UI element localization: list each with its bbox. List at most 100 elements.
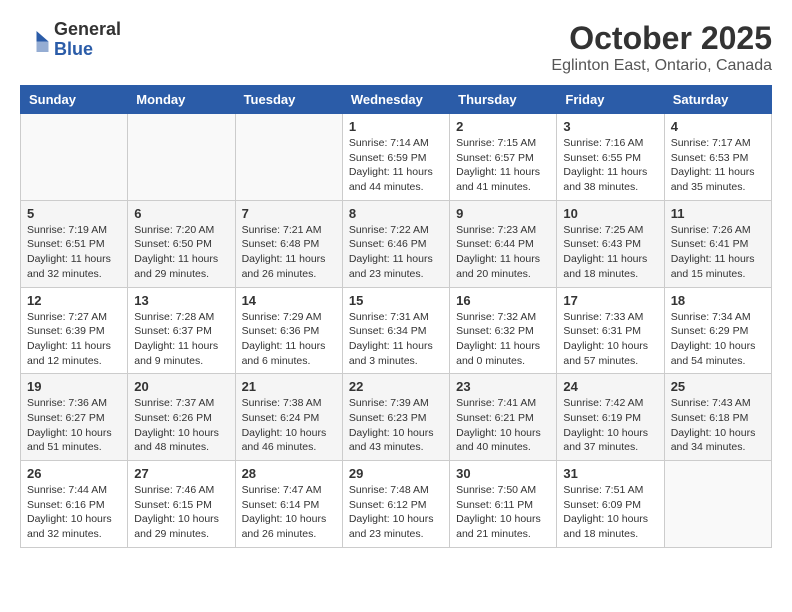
day-number: 27 <box>134 466 228 481</box>
day-number: 16 <box>456 293 550 308</box>
day-cell-13: 13 Sunrise: 7:28 AM Sunset: 6:37 PM Dayli… <box>128 287 235 374</box>
weekday-header-row: SundayMondayTuesdayWednesdayThursdayFrid… <box>21 86 772 114</box>
day-info: Sunrise: 7:20 AM Sunset: 6:50 PM Dayligh… <box>134 223 228 282</box>
day-number: 19 <box>27 379 121 394</box>
day-number: 14 <box>242 293 336 308</box>
day-info: Sunrise: 7:41 AM Sunset: 6:21 PM Dayligh… <box>456 396 550 455</box>
day-cell-1: 1 Sunrise: 7:14 AM Sunset: 6:59 PM Daylig… <box>342 114 449 201</box>
day-cell-8: 8Sunrise: 7:22 AM Sunset: 6:46 PM Daylig… <box>342 200 449 287</box>
day-info: Sunrise: 7:21 AM Sunset: 6:48 PM Dayligh… <box>242 223 336 282</box>
day-cell-10: 10 Sunrise: 7:25 AM Sunset: 6:43 PM Dayli… <box>557 200 664 287</box>
day-cell-21: 21 Sunrise: 7:38 AM Sunset: 6:24 PM Dayli… <box>235 374 342 461</box>
empty-cell <box>21 114 128 201</box>
day-cell-31: 31 Sunrise: 7:51 AM Sunset: 6:09 PM Dayli… <box>557 461 664 548</box>
empty-cell <box>664 461 771 548</box>
day-number: 29 <box>349 466 443 481</box>
calendar-table: SundayMondayTuesdayWednesdayThursdayFrid… <box>20 85 772 548</box>
day-cell-7: 7 Sunrise: 7:21 AM Sunset: 6:48 PM Daylig… <box>235 200 342 287</box>
day-info: Sunrise: 7:36 AM Sunset: 6:27 PM Dayligh… <box>27 396 121 455</box>
calendar-body: 1 Sunrise: 7:14 AM Sunset: 6:59 PM Daylig… <box>21 114 772 548</box>
day-number: 17 <box>563 293 657 308</box>
weekday-friday: Friday <box>557 86 664 114</box>
day-number: 7 <box>242 206 336 221</box>
day-number: 22 <box>349 379 443 394</box>
day-cell-29: 29Sunrise: 7:48 AM Sunset: 6:12 PM Dayli… <box>342 461 449 548</box>
logo-blue: Blue <box>54 40 121 60</box>
day-cell-26: 26 Sunrise: 7:44 AM Sunset: 6:16 PM Dayli… <box>21 461 128 548</box>
day-number: 5 <box>27 206 121 221</box>
day-info: Sunrise: 7:50 AM Sunset: 6:11 PM Dayligh… <box>456 483 550 542</box>
weekday-monday: Monday <box>128 86 235 114</box>
day-number: 15 <box>349 293 443 308</box>
day-number: 24 <box>563 379 657 394</box>
day-info: Sunrise: 7:46 AM Sunset: 6:15 PM Dayligh… <box>134 483 228 542</box>
logo: General Blue <box>20 20 121 60</box>
page-header: General Blue October 2025 Eglinton East,… <box>20 20 772 75</box>
day-info: Sunrise: 7:34 AM Sunset: 6:29 PM Dayligh… <box>671 310 765 369</box>
day-cell-3: 3 Sunrise: 7:16 AM Sunset: 6:55 PM Daylig… <box>557 114 664 201</box>
month-title: October 2025 <box>551 20 772 57</box>
day-cell-27: 27 Sunrise: 7:46 AM Sunset: 6:15 PM Dayli… <box>128 461 235 548</box>
logo-general: General <box>54 20 121 40</box>
day-cell-11: 11Sunrise: 7:26 AM Sunset: 6:41 PM Dayli… <box>664 200 771 287</box>
day-cell-25: 25 Sunrise: 7:43 AM Sunset: 6:18 PM Dayli… <box>664 374 771 461</box>
day-cell-22: 22 Sunrise: 7:39 AM Sunset: 6:23 PM Dayli… <box>342 374 449 461</box>
day-number: 3 <box>563 119 657 134</box>
week-row-1: 1 Sunrise: 7:14 AM Sunset: 6:59 PM Daylig… <box>21 114 772 201</box>
day-info: Sunrise: 7:23 AM Sunset: 6:44 PM Dayligh… <box>456 223 550 282</box>
day-info: Sunrise: 7:38 AM Sunset: 6:24 PM Dayligh… <box>242 396 336 455</box>
day-info: Sunrise: 7:44 AM Sunset: 6:16 PM Dayligh… <box>27 483 121 542</box>
day-cell-16: 16 Sunrise: 7:32 AM Sunset: 6:32 PM Dayli… <box>450 287 557 374</box>
weekday-saturday: Saturday <box>664 86 771 114</box>
calendar-header: SundayMondayTuesdayWednesdayThursdayFrid… <box>21 86 772 114</box>
day-number: 12 <box>27 293 121 308</box>
empty-cell <box>235 114 342 201</box>
day-number: 13 <box>134 293 228 308</box>
day-number: 31 <box>563 466 657 481</box>
weekday-wednesday: Wednesday <box>342 86 449 114</box>
day-cell-17: 17 Sunrise: 7:33 AM Sunset: 6:31 PM Dayli… <box>557 287 664 374</box>
day-info: Sunrise: 7:28 AM Sunset: 6:37 PM Dayligh… <box>134 310 228 369</box>
day-cell-4: 4Sunrise: 7:17 AM Sunset: 6:53 PM Daylig… <box>664 114 771 201</box>
day-info: Sunrise: 7:42 AM Sunset: 6:19 PM Dayligh… <box>563 396 657 455</box>
day-info: Sunrise: 7:16 AM Sunset: 6:55 PM Dayligh… <box>563 136 657 195</box>
week-row-3: 12 Sunrise: 7:27 AM Sunset: 6:39 PM Dayli… <box>21 287 772 374</box>
weekday-sunday: Sunday <box>21 86 128 114</box>
day-info: Sunrise: 7:25 AM Sunset: 6:43 PM Dayligh… <box>563 223 657 282</box>
weekday-thursday: Thursday <box>450 86 557 114</box>
day-info: Sunrise: 7:51 AM Sunset: 6:09 PM Dayligh… <box>563 483 657 542</box>
day-info: Sunrise: 7:37 AM Sunset: 6:26 PM Dayligh… <box>134 396 228 455</box>
weekday-tuesday: Tuesday <box>235 86 342 114</box>
day-number: 25 <box>671 379 765 394</box>
day-number: 26 <box>27 466 121 481</box>
day-info: Sunrise: 7:32 AM Sunset: 6:32 PM Dayligh… <box>456 310 550 369</box>
day-info: Sunrise: 7:15 AM Sunset: 6:57 PM Dayligh… <box>456 136 550 195</box>
day-info: Sunrise: 7:47 AM Sunset: 6:14 PM Dayligh… <box>242 483 336 542</box>
day-number: 9 <box>456 206 550 221</box>
day-number: 10 <box>563 206 657 221</box>
day-number: 30 <box>456 466 550 481</box>
day-cell-2: 2Sunrise: 7:15 AM Sunset: 6:57 PM Daylig… <box>450 114 557 201</box>
day-cell-15: 15 Sunrise: 7:31 AM Sunset: 6:34 PM Dayli… <box>342 287 449 374</box>
day-info: Sunrise: 7:27 AM Sunset: 6:39 PM Dayligh… <box>27 310 121 369</box>
day-info: Sunrise: 7:31 AM Sunset: 6:34 PM Dayligh… <box>349 310 443 369</box>
day-cell-28: 28 Sunrise: 7:47 AM Sunset: 6:14 PM Dayli… <box>235 461 342 548</box>
day-info: Sunrise: 7:43 AM Sunset: 6:18 PM Dayligh… <box>671 396 765 455</box>
day-cell-5: 5Sunrise: 7:19 AM Sunset: 6:51 PM Daylig… <box>21 200 128 287</box>
day-number: 6 <box>134 206 228 221</box>
day-cell-24: 24 Sunrise: 7:42 AM Sunset: 6:19 PM Dayli… <box>557 374 664 461</box>
day-cell-18: 18Sunrise: 7:34 AM Sunset: 6:29 PM Dayli… <box>664 287 771 374</box>
day-number: 20 <box>134 379 228 394</box>
day-cell-19: 19 Sunrise: 7:36 AM Sunset: 6:27 PM Dayli… <box>21 374 128 461</box>
day-info: Sunrise: 7:14 AM Sunset: 6:59 PM Dayligh… <box>349 136 443 195</box>
title-section: October 2025 Eglinton East, Ontario, Can… <box>551 20 772 75</box>
week-row-4: 19 Sunrise: 7:36 AM Sunset: 6:27 PM Dayli… <box>21 374 772 461</box>
day-number: 28 <box>242 466 336 481</box>
day-info: Sunrise: 7:33 AM Sunset: 6:31 PM Dayligh… <box>563 310 657 369</box>
day-number: 21 <box>242 379 336 394</box>
day-info: Sunrise: 7:39 AM Sunset: 6:23 PM Dayligh… <box>349 396 443 455</box>
day-cell-20: 20 Sunrise: 7:37 AM Sunset: 6:26 PM Dayli… <box>128 374 235 461</box>
day-info: Sunrise: 7:22 AM Sunset: 6:46 PM Dayligh… <box>349 223 443 282</box>
day-number: 1 <box>349 119 443 134</box>
logo-text: General Blue <box>54 20 121 60</box>
